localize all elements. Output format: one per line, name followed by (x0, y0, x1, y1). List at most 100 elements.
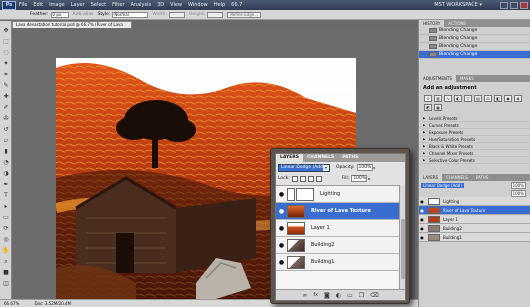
type-tool-icon[interactable]: T (2, 192, 10, 199)
menu-filter[interactable]: Filter (112, 2, 124, 8)
blend-mode-select[interactable]: Linear Dodge (Add) ▾ (278, 163, 330, 172)
status-zoom[interactable]: 66.67% (4, 301, 19, 306)
channel-mixer-icon[interactable]: ◈ (514, 95, 522, 102)
tab-channels[interactable]: CHANNELS (442, 174, 472, 181)
lock-all-icon[interactable] (315, 175, 322, 182)
crop-tool-icon[interactable]: ⌗ (2, 71, 10, 78)
posterize-icon[interactable]: ▦ (434, 104, 442, 111)
layers-scrollbar[interactable] (399, 185, 405, 289)
dodge-tool-icon[interactable]: ◑ (2, 170, 10, 177)
levels-icon[interactable]: ▥ (434, 95, 442, 102)
eye-icon[interactable]: ● (419, 226, 425, 231)
eye-icon[interactable]: ● (276, 191, 287, 198)
vibrance-icon[interactable]: ▽ (464, 95, 472, 102)
maximize-button[interactable] (510, 1, 518, 9)
tab-history[interactable]: HISTORY (419, 20, 445, 27)
new-layer-icon[interactable]: ❐ (359, 292, 364, 299)
shape-tool-icon[interactable]: ▭ (2, 214, 10, 221)
zoom-level[interactable]: 66.7 (231, 2, 242, 8)
dock-layer-row-selected[interactable]: ● River of Lava Texture (419, 206, 530, 215)
path-select-tool-icon[interactable]: ▸ (2, 203, 10, 210)
layer-row-building2[interactable]: ● Building2 (276, 237, 401, 254)
tab-layers[interactable]: LAYERS (276, 154, 303, 162)
hand-tool-icon[interactable]: ✋ (2, 247, 10, 254)
history-row-selected[interactable]: Blending Change (419, 51, 530, 59)
eye-icon[interactable]: ● (419, 208, 425, 213)
preset-item[interactable]: Exposure Presets (419, 129, 530, 136)
scrollbar-thumb[interactable] (401, 219, 405, 279)
adjustment-icon[interactable]: ◐ (336, 292, 341, 299)
preset-item[interactable]: Black & White Presets (419, 143, 530, 150)
zoom-tool-icon[interactable]: ⌕ (2, 258, 10, 265)
preset-item[interactable]: Channel Mixer Presets (419, 150, 530, 157)
minimize-button[interactable] (500, 1, 508, 9)
3d-orbit-tool-icon[interactable]: ◎ (2, 236, 10, 243)
folder-icon[interactable]: ▭ (347, 292, 353, 299)
preset-item[interactable]: Hue/Saturation Presets (419, 136, 530, 143)
foreground-color-icon[interactable]: ■ (2, 269, 10, 276)
eye-icon[interactable]: ● (419, 199, 425, 204)
color-balance-icon[interactable]: ⚖ (484, 95, 492, 102)
lock-position-icon[interactable] (307, 175, 314, 182)
workspace-switcher[interactable]: MST WORKSPACE ▾ (434, 2, 482, 8)
curves-icon[interactable]: ∿ (444, 95, 452, 102)
menu-image[interactable]: Image (49, 2, 65, 8)
tab-paths[interactable]: PATHS (338, 154, 362, 162)
menu-help[interactable]: Help (214, 2, 225, 8)
preset-item[interactable]: Selective Color Presets (419, 157, 530, 164)
tab-channels[interactable]: CHANNELS (303, 154, 338, 162)
menu-3d[interactable]: 3D (157, 2, 164, 8)
eraser-tool-icon[interactable]: ▱ (2, 137, 10, 144)
trash-icon[interactable]: ⌫ (370, 292, 378, 299)
layer-row-river-of-lava[interactable]: ● River of Lava Texture (276, 203, 401, 220)
exposure-icon[interactable]: ◐ (454, 95, 462, 102)
menu-analysis[interactable]: Analysis (131, 2, 152, 8)
eye-icon[interactable]: ● (276, 208, 287, 215)
black-white-icon[interactable]: ◧ (494, 95, 502, 102)
feather-input[interactable]: 0 px (50, 11, 69, 18)
tab-masks[interactable]: MASKS (456, 75, 478, 82)
layer-row-layer-1[interactable]: ● Layer 1 (276, 220, 401, 237)
chevron-right-icon[interactable]: ▸ (368, 176, 370, 181)
width-input[interactable] (168, 11, 185, 18)
photo-filter-icon[interactable]: ◉ (504, 95, 512, 102)
lasso-tool-icon[interactable]: ◌ (2, 49, 10, 56)
quick-select-tool-icon[interactable]: ✦ (2, 60, 10, 67)
history-row[interactable]: Blending Change (419, 35, 530, 43)
eye-icon[interactable]: ● (276, 242, 287, 249)
menu-file[interactable]: File (19, 2, 27, 8)
hue-saturation-icon[interactable]: ▤ (474, 95, 482, 102)
quick-mask-icon[interactable]: ◫ (2, 280, 10, 287)
tab-paths[interactable]: PATHS (472, 174, 493, 181)
fx-icon[interactable]: fx (313, 292, 318, 298)
blur-tool-icon[interactable]: ◔ (2, 159, 10, 166)
mask-icon[interactable]: ◙ (324, 292, 330, 299)
history-row[interactable]: Blending Change (419, 27, 530, 35)
invert-icon[interactable]: ◩ (424, 104, 432, 111)
menu-view[interactable]: View (170, 2, 182, 8)
move-tool-icon[interactable]: ✥ (2, 27, 10, 34)
anti-alias-checkbox[interactable]: Anti-alias (73, 12, 94, 17)
history-row[interactable]: Blending Change (419, 43, 530, 51)
healing-tool-icon[interactable]: ✚ (2, 93, 10, 100)
style-select[interactable]: Normal (112, 11, 149, 18)
brightness-icon[interactable]: ☼ (424, 95, 432, 102)
close-button[interactable] (520, 1, 528, 9)
dock-layer-row[interactable]: ● Building1 (419, 233, 530, 242)
menu-window[interactable]: Window (188, 2, 208, 8)
menu-edit[interactable]: Edit (33, 2, 43, 8)
preset-item[interactable]: Levels Presets (419, 115, 530, 122)
marquee-tool-icon[interactable]: ⬚ (2, 38, 10, 45)
eye-icon[interactable]: ● (419, 235, 425, 240)
eye-icon[interactable]: ● (276, 225, 287, 232)
3d-rotate-tool-icon[interactable]: ⟳ (2, 225, 10, 232)
chevron-right-icon[interactable]: ▸ (374, 165, 376, 170)
tab-layers[interactable]: LAYERS (419, 174, 443, 181)
brush-tool-icon[interactable]: ✐ (2, 104, 10, 111)
layer-row-building1[interactable]: ● Building1 (276, 254, 401, 271)
eyedropper-tool-icon[interactable]: ✎ (2, 82, 10, 89)
eye-icon[interactable]: ● (276, 259, 287, 266)
dock-blend-mode[interactable]: Linear Dodge (Add) (421, 182, 464, 188)
fill-input[interactable]: 100% (351, 175, 368, 182)
link-icon[interactable]: ∞ (302, 292, 307, 299)
